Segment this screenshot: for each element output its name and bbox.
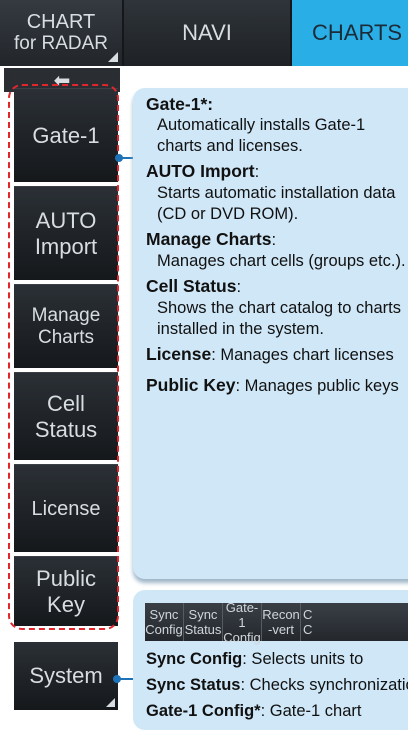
top-tab-bar: CHART for RADAR NAVI CHARTS xyxy=(0,0,408,66)
sidebar-button-label: License xyxy=(31,497,101,520)
info-description: : Gate-1 chart xyxy=(260,702,362,720)
tab-navi[interactable]: NAVI xyxy=(124,0,292,66)
info-item-manage-charts: Manage Charts: Manages chart cells (grou… xyxy=(146,229,408,272)
mini-button-label: Sync xyxy=(149,607,179,622)
tab-chart-for-radar-line1: CHART xyxy=(26,11,96,33)
info-colon: : xyxy=(271,231,277,249)
info-item-public-key: Public Key: Manages public keys xyxy=(146,375,408,397)
info-description: : Manages chart licenses xyxy=(211,346,394,364)
info-item-gate-1-config: Gate-1 Config*: Gate-1 chart xyxy=(146,700,408,722)
tab-charts[interactable]: CHARTS xyxy=(292,0,408,66)
info-description: Shows the chart catalog to charts instal… xyxy=(157,299,401,338)
mini-button-label: Status xyxy=(184,622,222,637)
tab-chart-for-radar-line2: for RADAR xyxy=(14,33,108,54)
mini-button-label: C xyxy=(303,622,313,637)
mini-button-truncated: CC xyxy=(301,603,408,641)
mini-button-label: C xyxy=(303,607,313,622)
info-title: License xyxy=(146,344,212,364)
mini-button-label: Config xyxy=(145,622,183,637)
info-item-cell-status: Cell Status: Shows the chart catalog to … xyxy=(146,276,408,340)
info-title: Gate-1*: xyxy=(146,94,214,114)
mini-button-reconvert: Recon -vert xyxy=(262,603,301,641)
mini-button-sync-config: Sync Config xyxy=(145,603,184,641)
info-title: Cell Status xyxy=(146,276,237,296)
system-info-text: Sync Config: Selects units to Sync Statu… xyxy=(146,648,408,726)
info-colon: : xyxy=(236,278,242,296)
tab-navi-label: NAVI xyxy=(182,20,232,45)
sidebar-button-gate-1[interactable]: Gate-1 xyxy=(14,88,118,182)
mini-button-sync-status: Sync Status xyxy=(184,603,223,641)
sidebar-button-system[interactable]: System xyxy=(14,642,118,710)
submenu-corner-icon xyxy=(106,698,115,707)
mini-button-label: Sync xyxy=(188,607,218,622)
info-description: Automatically installs Gate-1 charts and… xyxy=(157,116,366,155)
mini-button-label: Config xyxy=(223,629,261,645)
info-title: Gate-1 Config* xyxy=(146,702,261,720)
info-item-auto-import: AUTO Import: Starts automatic installati… xyxy=(146,161,408,225)
info-item-license: License: Manages chart licenses xyxy=(146,344,408,366)
info-title: Sync Config xyxy=(146,650,243,668)
info-item-gate-1: Gate-1*: Automatically installs Gate-1 c… xyxy=(146,94,408,157)
sidebar-button-label: AUTO xyxy=(35,207,97,233)
info-description: Manages chart cells (groups etc.). xyxy=(157,252,406,270)
info-title: AUTO Import xyxy=(146,161,255,181)
info-description: : Checks synchronization xyxy=(240,676,408,694)
sidebar-button-manage-charts[interactable]: Manage Charts xyxy=(14,284,118,368)
tab-charts-label: CHARTS xyxy=(312,20,403,45)
sidebar-button-label: Gate-1 xyxy=(32,122,100,148)
info-title: Sync Status xyxy=(146,676,241,694)
tab-chart-for-radar[interactable]: CHART for RADAR xyxy=(0,0,124,66)
info-title: Manage Charts xyxy=(146,229,272,249)
mini-button-gate-1-config: Gate-1 Config xyxy=(223,599,262,645)
sidebar-button-label: Import xyxy=(34,233,98,259)
info-item-sync-status: Sync Status: Checks synchronization xyxy=(146,674,408,696)
info-callout-text: Gate-1*: Automatically installs Gate-1 c… xyxy=(146,94,408,406)
sidebar-button-label: Manage xyxy=(31,304,101,326)
info-description: : Manages public keys xyxy=(235,377,399,395)
sidebar-button-license[interactable]: License xyxy=(14,464,118,552)
sidebar-button-label: Charts xyxy=(38,326,94,348)
info-description: : Selects units to xyxy=(242,650,364,668)
sidebar-button-label: Status xyxy=(34,416,98,442)
sidebar-button-label: Public xyxy=(36,565,96,591)
sidebar-button-label: Cell xyxy=(47,390,85,416)
mini-button-label: -vert xyxy=(267,622,294,637)
sidebar-button-public-key[interactable]: Public Key xyxy=(14,556,118,626)
callout-connector-dot xyxy=(113,675,121,683)
submenu-corner-icon xyxy=(108,52,118,62)
sidebar-button-auto-import[interactable]: AUTO Import xyxy=(14,186,118,280)
info-colon: : xyxy=(254,163,260,181)
sidebar-button-label: System xyxy=(29,663,103,688)
callout-connector-dot xyxy=(115,154,123,162)
mini-button-label: Recon xyxy=(262,607,300,622)
sidebar-button-cell-status[interactable]: Cell Status xyxy=(14,372,118,460)
sidebar-button-label: Key xyxy=(47,591,85,617)
mini-button-label: Gate-1 xyxy=(225,599,259,630)
info-title: Public Key xyxy=(146,375,236,395)
info-description: Starts automatic installation data (CD o… xyxy=(157,184,396,223)
info-item-sync-config: Sync Config: Selects units to xyxy=(146,648,408,670)
